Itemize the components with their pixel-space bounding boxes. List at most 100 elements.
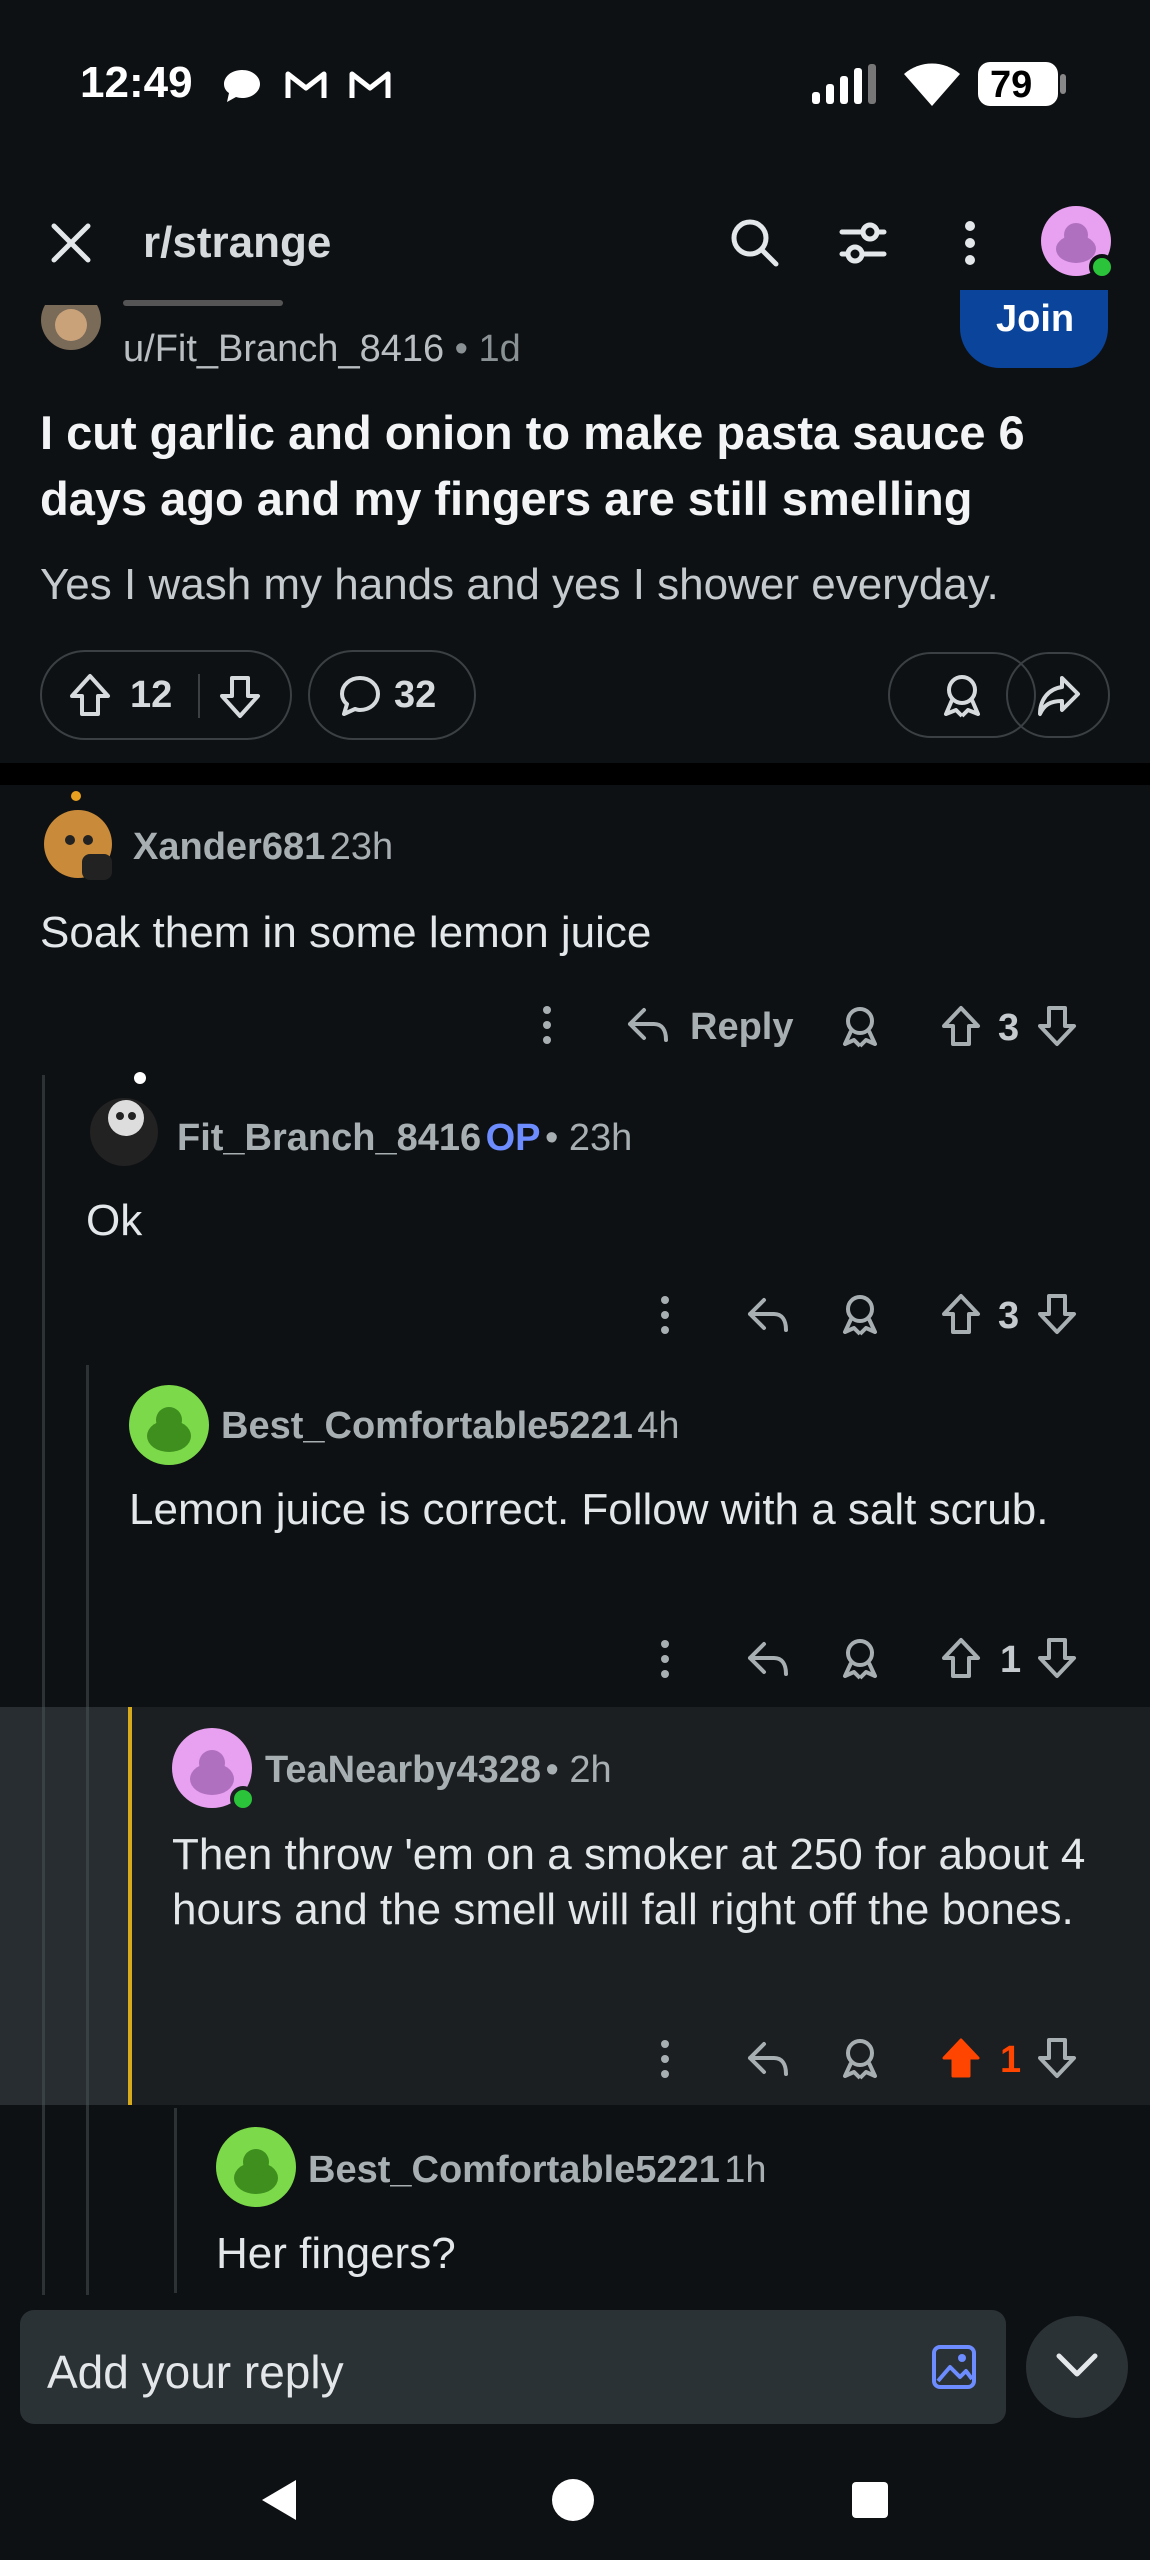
vote-divider (198, 674, 200, 718)
comment-time: 1h (724, 2149, 767, 2191)
commenter-avatar[interactable] (171, 1727, 259, 1815)
thread-line (86, 1707, 89, 2105)
status-time: 12:49 (80, 58, 193, 107)
upvote-active-icon[interactable] (940, 2036, 982, 2080)
upvote-icon[interactable] (940, 1004, 982, 1048)
search-icon[interactable] (728, 216, 780, 268)
more-options-icon[interactable] (538, 1004, 556, 1046)
vote-pill: 12 (40, 650, 292, 740)
post-title[interactable]: I cut garlic and onion to make pasta sau… (40, 400, 1100, 532)
signal-icon (810, 62, 880, 106)
comment-header: Fit_Branch_8416 OP • 23h (177, 1117, 632, 1160)
comment-score: 3 (998, 1295, 1020, 1337)
commenter-avatar[interactable] (128, 1384, 210, 1466)
op-badge: OP (485, 1117, 541, 1159)
more-options-icon[interactable] (656, 1294, 674, 1336)
reply-button[interactable]: Reply (690, 1006, 793, 1049)
comment-header: Xander681 23h (133, 826, 393, 869)
comment-text: Soak them in some lemon juice (40, 908, 652, 957)
upvote-icon[interactable] (940, 1292, 982, 1336)
comment-text: Then throw 'em on a smoker at 250 for ab… (172, 1830, 1086, 1934)
back-icon[interactable] (256, 2476, 300, 2524)
reply-icon[interactable] (626, 1002, 670, 1046)
share-icon (1036, 674, 1082, 718)
award-icon (940, 672, 984, 718)
recents-icon[interactable] (850, 2480, 890, 2520)
downvote-icon[interactable] (1036, 1636, 1078, 1680)
thread-line (42, 1075, 45, 2295)
post-body: Yes I wash my hands and yes I shower eve… (40, 560, 999, 609)
comment-header: Best_Comfortable5221 4h (221, 1405, 680, 1448)
comment-time: • 23h (544, 1117, 633, 1159)
award-icon[interactable] (838, 1004, 882, 1048)
post-divider (0, 763, 1150, 785)
comment-time: 4h (637, 1405, 680, 1447)
home-icon[interactable] (550, 2477, 596, 2523)
comment-text: Her fingers? (216, 2229, 456, 2278)
award-icon[interactable] (838, 1292, 882, 1336)
more-options-icon[interactable] (956, 218, 984, 268)
comment-time: • 2h (545, 1749, 612, 1791)
upvote-count: 12 (130, 674, 173, 716)
share-button[interactable] (1006, 652, 1110, 738)
comment-score: 3 (998, 1007, 1020, 1049)
commenter-avatar[interactable] (86, 1070, 166, 1174)
join-button[interactable]: Join (960, 290, 1108, 368)
reply-icon[interactable] (746, 2036, 790, 2080)
thread-line (174, 2108, 177, 2293)
comment-username[interactable]: Best_Comfortable5221 (221, 1405, 633, 1447)
battery-icon: 79 (976, 58, 1068, 110)
join-label: Join (996, 298, 1075, 340)
comment-username[interactable]: TeaNearby4328 (265, 1749, 541, 1791)
reply-icon[interactable] (746, 1636, 790, 1680)
comment-score: 1 (1000, 1639, 1022, 1681)
collapse-button[interactable] (1026, 2316, 1128, 2418)
highlight-bar (128, 1707, 132, 2105)
wifi-icon (902, 60, 962, 108)
award-icon[interactable] (838, 1636, 882, 1680)
gmail-icon (348, 68, 392, 102)
comment-header: TeaNearby4328 • 2h (265, 1749, 612, 1792)
upvote-icon[interactable] (68, 672, 112, 718)
comments-button[interactable]: 32 (308, 650, 476, 740)
comment-header: Best_Comfortable5221 1h (308, 2149, 767, 2192)
highlight-gutter (0, 1707, 128, 2105)
reply-icon[interactable] (746, 1292, 790, 1336)
commenter-avatar[interactable] (215, 2126, 297, 2208)
award-icon[interactable] (838, 2036, 882, 2080)
commenter-avatar[interactable] (40, 788, 118, 884)
post-meta: u/Fit_Branch_8416 • 1d (123, 328, 521, 371)
reply-placeholder: Add your reply (47, 2346, 344, 2398)
comment-score: 1 (1000, 2039, 1022, 2081)
downvote-icon[interactable] (1036, 1004, 1078, 1048)
more-options-icon[interactable] (656, 2038, 674, 2080)
author-avatar[interactable] (40, 305, 102, 351)
comment-icon (338, 674, 382, 718)
comment-count: 32 (394, 674, 437, 716)
comment-time: 23h (329, 826, 394, 868)
more-options-icon[interactable] (656, 1638, 674, 1680)
image-icon[interactable] (930, 2343, 978, 2391)
battery-level: 79 (990, 64, 1033, 106)
close-icon[interactable] (48, 220, 94, 266)
gmail-icon (284, 68, 328, 102)
status-bar: 12:49 79 (0, 0, 1150, 170)
comment-text: Lemon juice is correct. Follow with a sa… (129, 1485, 1049, 1534)
filter-icon[interactable] (838, 218, 888, 268)
comment-username[interactable]: Xander681 (133, 826, 325, 868)
upvote-icon[interactable] (940, 1636, 982, 1680)
subreddit-name[interactable]: r/strange (143, 218, 331, 268)
comment-username[interactable]: Fit_Branch_8416 (177, 1117, 481, 1159)
post-age: • 1d (454, 328, 521, 370)
truncated-line (123, 300, 283, 306)
chat-notification-icon (222, 68, 262, 104)
comment-text: Ok (86, 1196, 143, 1245)
post-author[interactable]: u/Fit_Branch_8416 (123, 328, 444, 370)
downvote-icon[interactable] (1036, 2036, 1078, 2080)
thread-line (42, 1707, 45, 2105)
chevron-down-icon (1055, 2352, 1099, 2380)
comment-username[interactable]: Best_Comfortable5221 (308, 2149, 720, 2191)
downvote-icon[interactable] (218, 674, 262, 720)
user-avatar[interactable] (1040, 205, 1116, 281)
downvote-icon[interactable] (1036, 1292, 1078, 1336)
